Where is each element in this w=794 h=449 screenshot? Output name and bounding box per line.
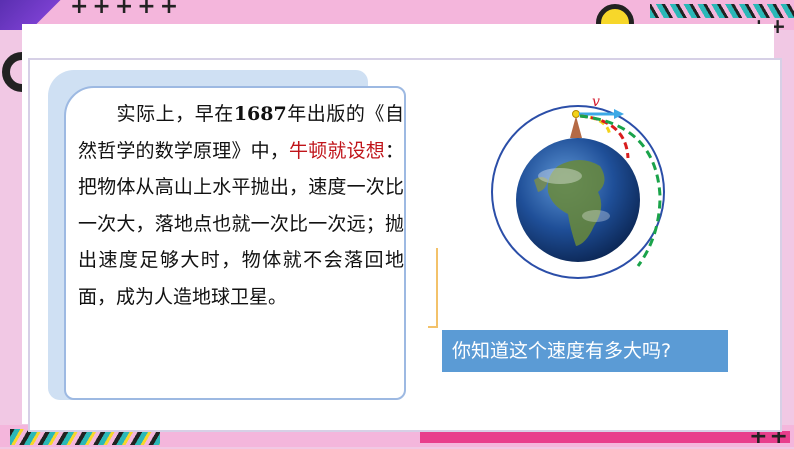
earth-orbit-svg: v [491, 94, 665, 279]
plus-signs-decoration: +++++ [70, 0, 183, 19]
cloud-shape-2 [582, 210, 610, 222]
note-highlight: 牛顿就设想 [289, 139, 385, 162]
connector-tick [428, 326, 438, 328]
note-text-body: ：把物体从高山上水平抛出，速度一次比一次大，落地点也就一次比一次远；抛出速度足够… [78, 139, 404, 308]
cloud-shape [538, 168, 582, 184]
note-paragraph: 实际上，早在1687年出版的《自然哲学的数学原理》中，牛顿就设想：把物体从高山上… [78, 96, 404, 315]
note-year: 1687 [233, 103, 287, 125]
earth-orbit-diagram: v [488, 94, 698, 286]
connector-line [436, 248, 438, 328]
question-box: 你知道这个速度有多大吗? [442, 330, 728, 372]
projectile-icon [572, 110, 580, 118]
mountain-icon [570, 116, 582, 138]
velocity-label: v [592, 96, 600, 110]
note-text-intro: 实际上，早在 [116, 103, 234, 125]
bottom-pink-bar [420, 431, 790, 443]
